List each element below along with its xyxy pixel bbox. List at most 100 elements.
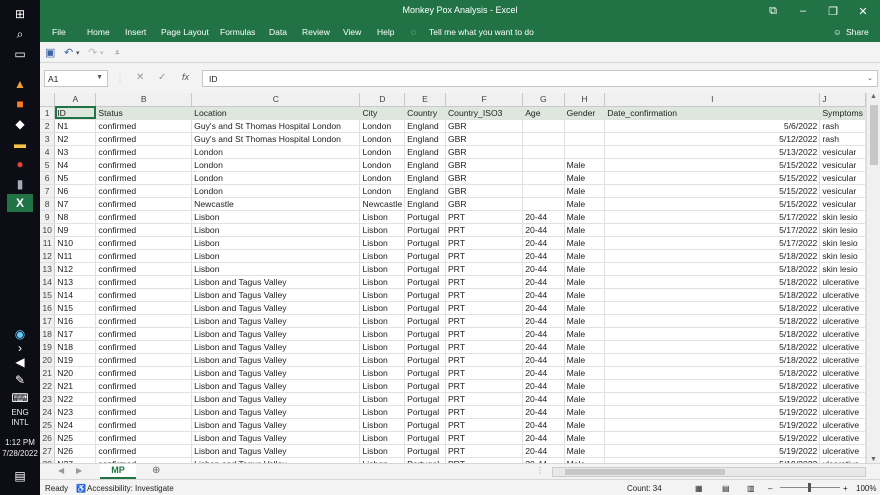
cell[interactable]: London [191, 145, 361, 159]
cell[interactable]: Male [564, 171, 606, 185]
dropbox-icon[interactable]: ◆ [10, 116, 30, 132]
accessibility-status[interactable]: Accessibility: Investigate [87, 484, 174, 493]
cell[interactable]: London [191, 171, 361, 185]
cell[interactable]: Portugal [404, 353, 446, 367]
column-header[interactable]: F [445, 93, 524, 107]
row-header[interactable]: 13 [40, 262, 56, 276]
header-cell[interactable]: City [359, 106, 406, 120]
row-header[interactable]: 3 [40, 132, 56, 146]
cell[interactable]: England [404, 132, 446, 146]
horizontal-scrollbar[interactable] [552, 467, 866, 477]
cell[interactable]: 5/19/2022 [604, 444, 821, 458]
cell[interactable]: Male [564, 327, 606, 341]
cell[interactable]: N22 [54, 392, 97, 406]
cell[interactable]: N5 [54, 171, 97, 185]
cell[interactable]: 5/18/2022 [604, 366, 821, 380]
cell[interactable]: ulcerative [819, 431, 866, 445]
cell[interactable]: Portugal [404, 327, 446, 341]
row-header[interactable]: 12 [40, 249, 56, 263]
cell[interactable]: confirmed [95, 184, 193, 198]
vertical-scrollbar[interactable]: ▲ ▼ [866, 93, 880, 463]
cell[interactable]: Male [564, 314, 606, 328]
cell[interactable]: Lisbon [359, 353, 406, 367]
cell[interactable]: PRT [445, 431, 524, 445]
cell[interactable]: Male [564, 288, 606, 302]
cell[interactable]: Lisbon [359, 340, 406, 354]
cell[interactable]: Male [564, 405, 606, 419]
row-header[interactable]: 21 [40, 366, 56, 380]
cell[interactable]: ulcerative [819, 327, 866, 341]
cell[interactable]: 20-44 [522, 366, 565, 380]
redo-icon[interactable]: ↷ [88, 46, 97, 59]
cell[interactable]: PRT [445, 275, 524, 289]
cell[interactable]: ulcerative [819, 444, 866, 458]
cell[interactable] [522, 184, 565, 198]
cell[interactable]: N3 [54, 145, 97, 159]
cell[interactable]: confirmed [95, 262, 193, 276]
cell[interactable]: confirmed [95, 314, 193, 328]
cell[interactable]: GBR [445, 158, 524, 172]
cell[interactable]: Male [564, 249, 606, 263]
cell[interactable]: Portugal [404, 314, 446, 328]
cell[interactable]: Lisbon and Tagus Valley [191, 301, 361, 315]
cell[interactable]: London [191, 184, 361, 198]
cell[interactable]: Lisbon and Tagus Valley [191, 366, 361, 380]
row-header[interactable]: 25 [40, 418, 56, 432]
cell[interactable]: 5/15/2022 [604, 158, 821, 172]
minimize-icon[interactable]: – [788, 0, 818, 22]
cell[interactable]: Male [564, 236, 606, 250]
header-cell[interactable]: Country [404, 106, 446, 120]
cell[interactable] [522, 119, 565, 133]
cell[interactable]: skin lesio [819, 236, 866, 250]
cell[interactable]: Male [564, 262, 606, 276]
cell[interactable]: N2 [54, 132, 97, 146]
cell[interactable]: vesicular [819, 145, 866, 159]
cell[interactable]: Male [564, 340, 606, 354]
cell[interactable]: 5/6/2022 [604, 119, 821, 133]
cancel-icon[interactable]: ✕ [136, 72, 144, 83]
cell[interactable]: England [404, 197, 446, 211]
cell[interactable] [522, 145, 565, 159]
cell[interactable]: Male [564, 197, 606, 211]
row-header[interactable]: 19 [40, 340, 56, 354]
cell[interactable]: 5/12/2022 [604, 132, 821, 146]
cell[interactable]: ulcerative [819, 340, 866, 354]
cell[interactable]: Lisbon and Tagus Valley [191, 327, 361, 341]
cell[interactable]: 5/18/2022 [604, 314, 821, 328]
cell[interactable]: Lisbon [359, 236, 406, 250]
cell[interactable]: 5/18/2022 [604, 353, 821, 367]
cell[interactable]: Portugal [404, 236, 446, 250]
tab-data[interactable]: Data [269, 27, 287, 37]
cell[interactable]: GBR [445, 145, 524, 159]
insert-function-button[interactable]: fx [182, 72, 189, 82]
cell[interactable]: 20-44 [522, 405, 565, 419]
cell[interactable]: Lisbon [191, 236, 361, 250]
cell[interactable]: 20-44 [522, 236, 565, 250]
cell[interactable]: PRT [445, 340, 524, 354]
tab-help[interactable]: Help [377, 27, 394, 37]
cell[interactable]: Lisbon [359, 288, 406, 302]
cell[interactable]: ulcerative [819, 275, 866, 289]
cell[interactable]: Male [564, 223, 606, 237]
cell[interactable]: PRT [445, 405, 524, 419]
cell[interactable]: 5/15/2022 [604, 184, 821, 198]
column-header[interactable]: D [359, 93, 406, 107]
cell[interactable]: PRT [445, 444, 524, 458]
column-header[interactable]: E [404, 93, 446, 107]
cell[interactable]: skin lesio [819, 210, 866, 224]
cell[interactable]: Portugal [404, 340, 446, 354]
cell[interactable]: Lisbon [359, 314, 406, 328]
cell[interactable]: N19 [54, 353, 97, 367]
tab-view[interactable]: View [343, 27, 361, 37]
row-header[interactable]: 22 [40, 379, 56, 393]
cell[interactable]: 5/19/2022 [604, 418, 821, 432]
cell[interactable]: N15 [54, 301, 97, 315]
cell[interactable]: 20-44 [522, 262, 565, 276]
cell[interactable]: 5/18/2022 [604, 340, 821, 354]
cell[interactable]: 5/18/2022 [604, 327, 821, 341]
cell[interactable]: confirmed [95, 119, 193, 133]
cell[interactable] [522, 171, 565, 185]
cell[interactable]: Lisbon [191, 223, 361, 237]
header-cell[interactable]: Status [95, 106, 193, 120]
row-header[interactable]: 7 [40, 184, 56, 198]
